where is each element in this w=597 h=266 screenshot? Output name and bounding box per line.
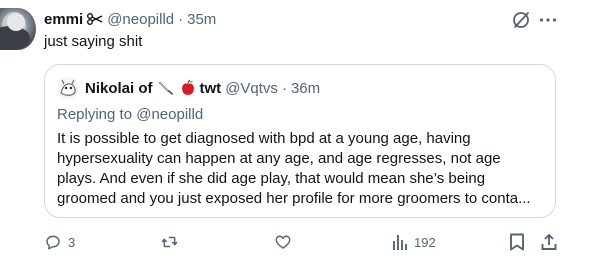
views-count: 192 [414,234,436,250]
views-button[interactable]: 192 [392,232,436,252]
like-button[interactable] [274,232,298,252]
quoted-avatar[interactable] [57,77,79,99]
quoted-display-name-suffix[interactable]: twt [200,80,222,97]
quoted-display-name[interactable]: Nikolai of [85,80,153,97]
reply-count: 3 [68,234,76,250]
timestamp[interactable]: 35m [187,11,216,28]
replying-to: Replying to @neopilld [57,105,203,125]
replying-mention[interactable]: @neopilld [136,106,203,123]
retweet-icon [160,233,179,251]
display-name[interactable]: emmi [44,11,83,28]
tweet-header: emmi @neopilld · 35m [44,9,216,29]
quoted-text-line: hypersexuality can happen at any age, an… [57,150,501,167]
share-button[interactable] [540,232,558,252]
tweet-text: just saying shit [44,33,143,50]
quoted-timestamp[interactable]: 36m [291,80,320,97]
handle[interactable]: @neopilld [107,11,174,28]
quoted-tweet[interactable]: Nikolai of twt @Vqtvs · 36m Replying to [44,64,556,218]
separator: · [178,10,184,28]
more-options-icon[interactable] [537,9,559,31]
share-icon [540,233,558,251]
views-chart-icon [392,233,408,251]
quoted-header: Nikolai of twt @Vqtvs · 36m [85,77,320,99]
quoted-text-line: It is possible to get diagnosed with bpd… [57,130,471,147]
quoted-text-line: groomed and you just exposed her profile… [57,190,531,207]
grok-icon[interactable] [511,10,531,30]
apple-icon [179,79,197,97]
reply-button[interactable]: 3 [44,232,75,252]
knife-icon [157,79,175,97]
quoted-separator: · [281,79,287,97]
reply-icon [44,233,62,251]
heart-icon [274,233,292,251]
bookmark-button[interactable] [509,232,525,252]
avatar[interactable] [0,8,36,50]
scissors-icon [87,12,103,26]
tweet[interactable]: emmi @neopilld · 35m just saying shit Ni… [0,0,597,266]
quoted-handle[interactable]: @Vqtvs [225,80,278,97]
quoted-text: It is possible to get diagnosed with bpd… [57,129,543,209]
quoted-text-line: plays. And even if she did age play, tha… [57,170,486,187]
action-bar: 3 192 [44,232,564,252]
retweet-button[interactable] [160,232,185,252]
replying-prefix: Replying to [57,106,133,123]
bookmark-icon [509,233,525,251]
